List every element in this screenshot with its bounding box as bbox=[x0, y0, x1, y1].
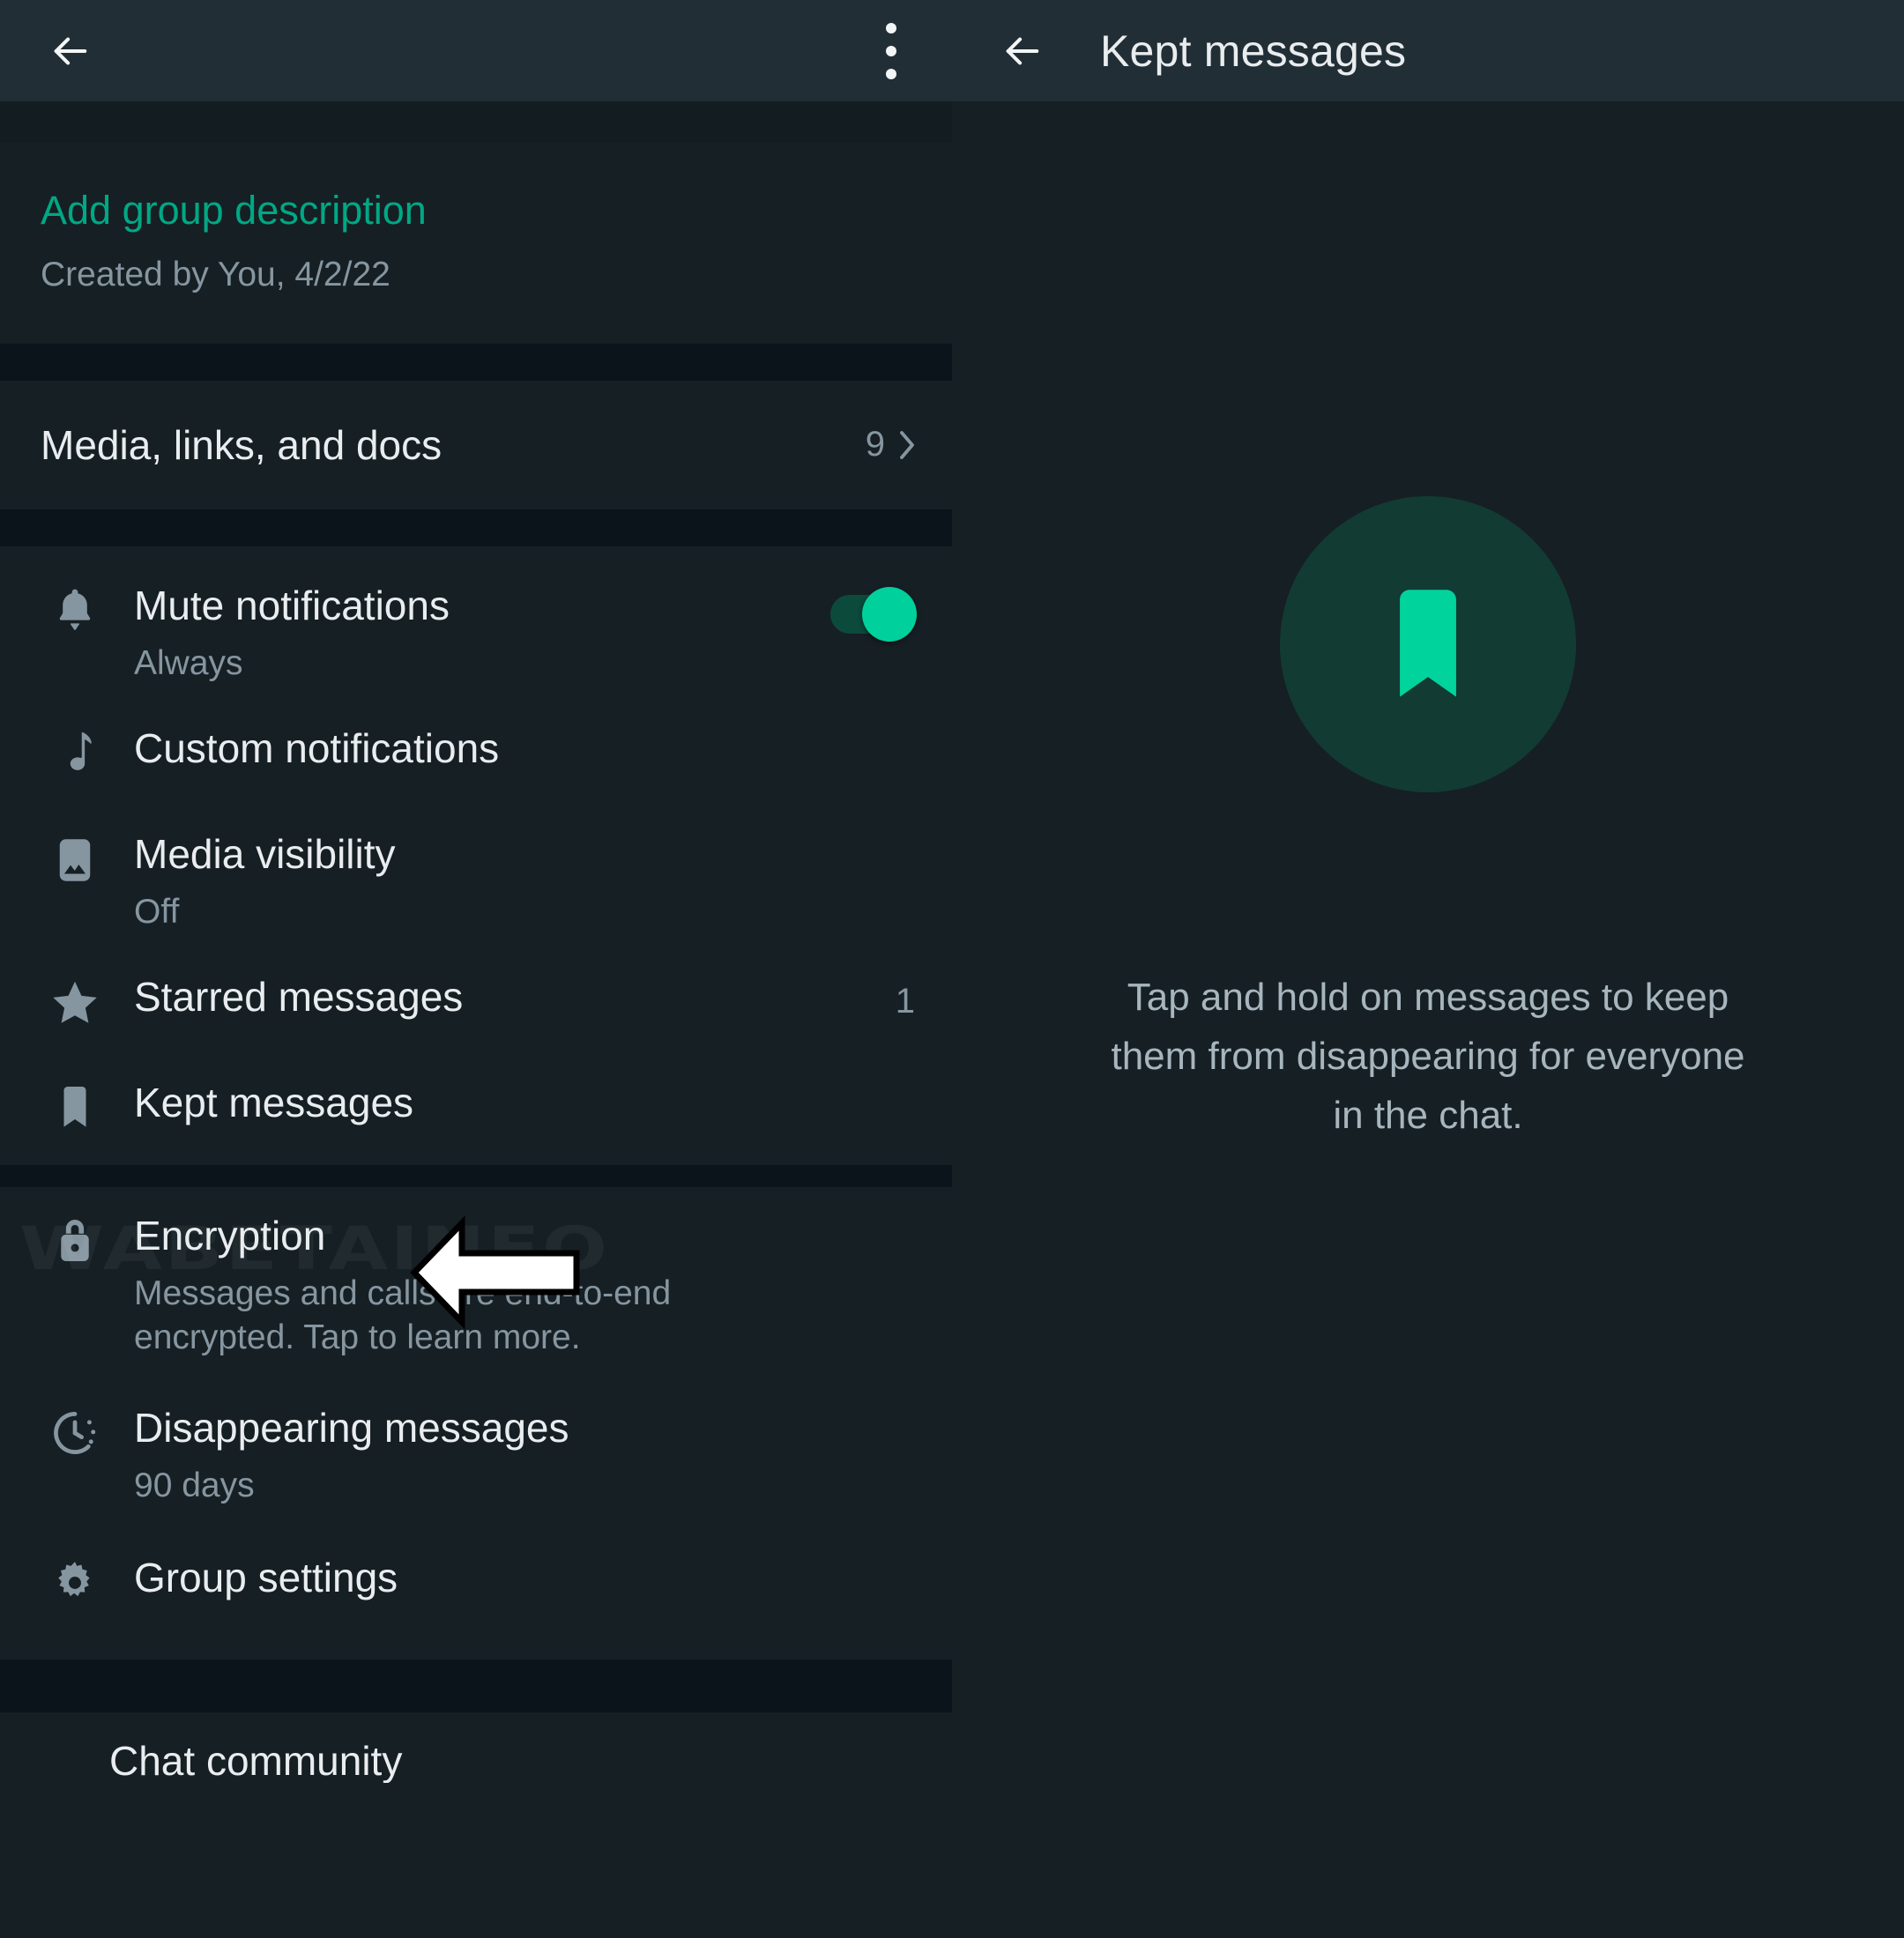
mute-notifications-body: Mute notifications Always bbox=[109, 582, 830, 686]
group-settings-body: Group settings bbox=[109, 1554, 915, 1601]
add-group-description-link[interactable]: Add group description bbox=[41, 189, 911, 233]
media-visibility-subtitle: Off bbox=[134, 890, 915, 934]
bookmark-icon bbox=[1379, 584, 1477, 704]
sidebar-item-media-visibility[interactable]: Media visibility Off bbox=[0, 811, 952, 954]
lock-icon bbox=[41, 1212, 109, 1266]
gear-icon bbox=[41, 1554, 109, 1607]
star-icon bbox=[41, 973, 109, 1028]
disappearing-messages-title: Disappearing messages bbox=[134, 1404, 915, 1452]
kept-messages-hint-text: Tap and hold on messages to keep them fr… bbox=[1111, 969, 1745, 1146]
section-divider bbox=[0, 509, 952, 546]
back-arrow-icon bbox=[1001, 31, 1042, 71]
encryption-title: Encryption bbox=[134, 1212, 915, 1259]
starred-messages-body: Starred messages bbox=[109, 973, 880, 1021]
starred-messages-count: 1 bbox=[880, 973, 915, 1021]
sidebar-item-disappearing-messages[interactable]: Disappearing messages 90 days bbox=[0, 1379, 952, 1527]
group-description-section: Add group description Created by You, 4/… bbox=[0, 143, 952, 344]
panel-top-band bbox=[0, 101, 952, 143]
section-divider bbox=[0, 1165, 952, 1187]
media-visibility-body: Media visibility Off bbox=[109, 830, 915, 934]
media-links-docs-row[interactable]: Media, links, and docs 9 bbox=[0, 381, 952, 509]
bell-icon bbox=[41, 582, 109, 636]
more-vertical-icon-dot bbox=[886, 69, 896, 79]
sidebar-item-mute-notifications[interactable]: Mute notifications Always bbox=[0, 562, 952, 705]
kept-messages-panel: Kept messages Tap and hold on messages t… bbox=[952, 0, 1904, 1938]
mute-notifications-toggle[interactable] bbox=[830, 587, 915, 642]
group-settings-list: Mute notifications Always Custom notific… bbox=[0, 546, 952, 1784]
media-visibility-title: Media visibility bbox=[134, 830, 915, 878]
kept-messages-illustration bbox=[1280, 496, 1576, 792]
group-settings-title: Group settings bbox=[134, 1554, 915, 1601]
more-vertical-icon-dot bbox=[886, 46, 896, 56]
screenshot-root: Add group description Created by You, 4/… bbox=[0, 0, 1904, 1938]
kept-messages-back-button[interactable] bbox=[989, 19, 1054, 84]
timer-icon bbox=[41, 1404, 109, 1457]
sidebar-item-group-settings[interactable]: Group settings bbox=[0, 1527, 952, 1660]
sidebar-item-custom-notifications[interactable]: Custom notifications bbox=[0, 705, 952, 811]
encryption-body: Encryption Messages and calls are end-to… bbox=[109, 1212, 915, 1360]
media-links-docs-label: Media, links, and docs bbox=[41, 421, 866, 469]
custom-notifications-title: Custom notifications bbox=[134, 724, 915, 772]
toggle-thumb bbox=[862, 587, 917, 642]
section-divider bbox=[0, 1660, 952, 1712]
group-created-by-text: Created by You, 4/2/22 bbox=[41, 256, 911, 294]
chevron-right-icon bbox=[896, 427, 919, 463]
image-icon bbox=[41, 830, 109, 885]
disappearing-messages-subtitle: 90 days bbox=[134, 1464, 915, 1508]
custom-notifications-body: Custom notifications bbox=[109, 724, 915, 772]
music-note-icon bbox=[41, 724, 109, 779]
kept-messages-title: Kept messages bbox=[134, 1079, 915, 1126]
disappearing-messages-body: Disappearing messages 90 days bbox=[109, 1404, 915, 1508]
starred-messages-title: Starred messages bbox=[134, 973, 880, 1021]
mute-notifications-title: Mute notifications bbox=[134, 582, 830, 629]
more-vertical-icon-dot bbox=[886, 23, 896, 33]
partial-bottom-title: Chat community bbox=[109, 1737, 402, 1783]
overflow-menu-button[interactable] bbox=[885, 23, 897, 79]
mute-notifications-subtitle: Always bbox=[134, 642, 830, 686]
back-arrow-icon bbox=[49, 31, 90, 71]
sidebar-item-encryption[interactable]: Encryption Messages and calls are end-to… bbox=[0, 1187, 952, 1379]
sidebar-item-partial-bottom[interactable]: Chat community bbox=[0, 1712, 952, 1783]
sidebar-item-kept-messages[interactable]: Kept messages bbox=[0, 1059, 952, 1165]
kept-messages-empty-state: Tap and hold on messages to keep them fr… bbox=[952, 101, 1904, 1938]
page-title: Kept messages bbox=[1100, 26, 1406, 77]
kept-messages-appbar: Kept messages bbox=[952, 0, 1904, 101]
bookmark-icon bbox=[41, 1079, 109, 1133]
group-info-panel: Add group description Created by You, 4/… bbox=[0, 0, 952, 1938]
media-links-docs-count: 9 bbox=[866, 425, 885, 464]
section-divider bbox=[0, 344, 952, 381]
back-button[interactable] bbox=[37, 19, 102, 84]
encryption-subtitle: Messages and calls are end-to-end encryp… bbox=[134, 1272, 698, 1360]
group-info-appbar bbox=[0, 0, 952, 101]
sidebar-item-starred-messages[interactable]: Starred messages 1 bbox=[0, 954, 952, 1059]
kept-messages-body: Kept messages bbox=[109, 1079, 915, 1126]
